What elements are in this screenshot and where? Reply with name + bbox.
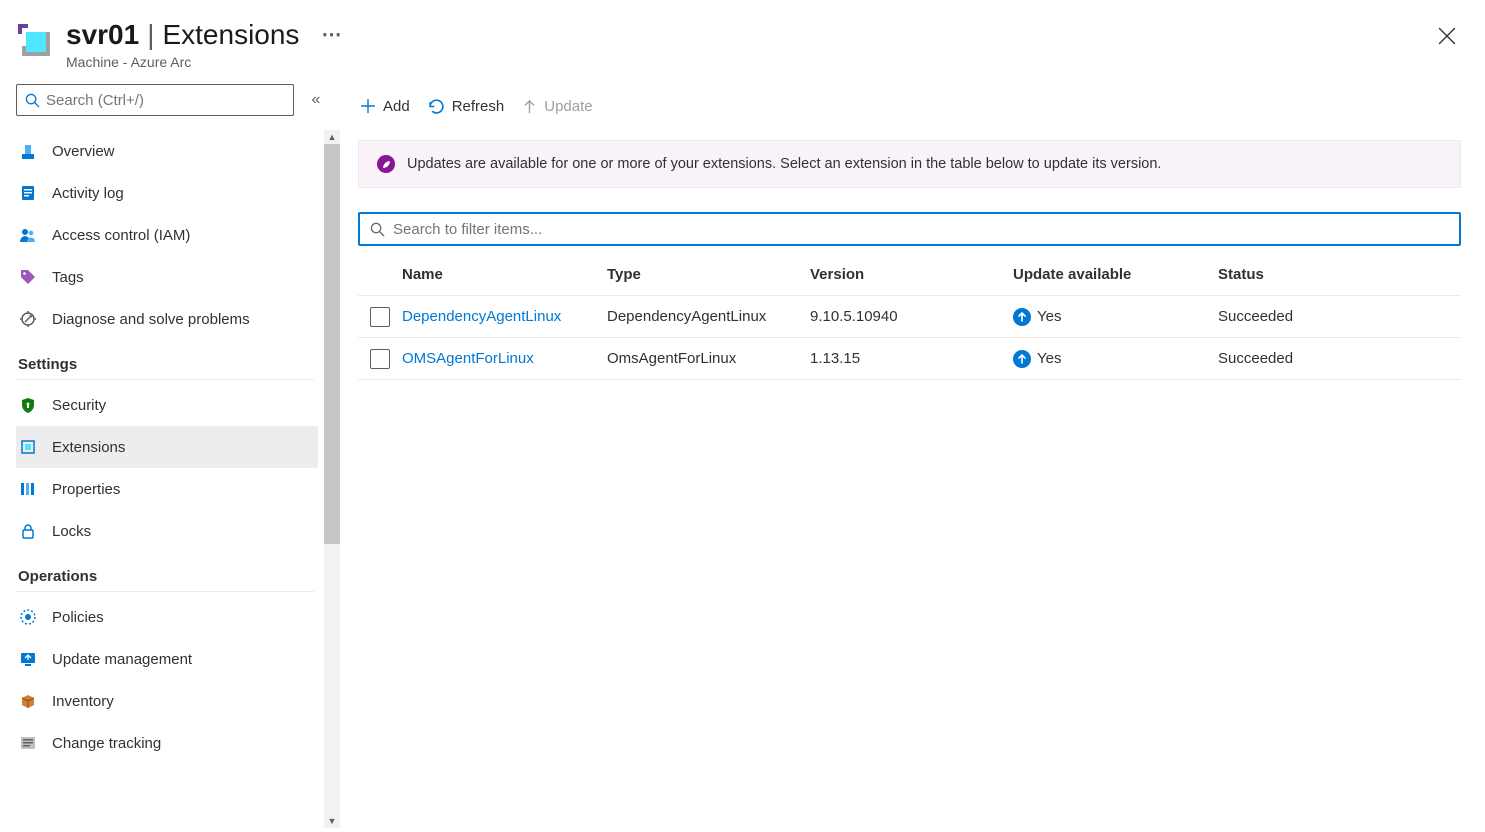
row-checkbox[interactable] bbox=[370, 307, 390, 327]
filter-box[interactable] bbox=[358, 212, 1461, 246]
diagnose-icon bbox=[18, 309, 38, 329]
header-type[interactable]: Type bbox=[607, 266, 810, 283]
extension-version: 1.13.15 bbox=[810, 350, 1013, 367]
info-banner: Updates are available for one or more of… bbox=[358, 140, 1461, 188]
sidebar-scrollbar[interactable]: ▲ ▼ bbox=[324, 130, 340, 828]
toolbar: Add Refresh Update bbox=[358, 86, 1461, 126]
row-checkbox[interactable] bbox=[370, 349, 390, 369]
sidebar-item-overview[interactable]: Overview bbox=[16, 130, 318, 172]
rocket-icon bbox=[377, 155, 395, 173]
add-label: Add bbox=[383, 98, 410, 115]
resource-type: Machine - Azure Arc bbox=[66, 54, 1461, 70]
close-button[interactable] bbox=[1433, 22, 1461, 50]
up-arrow-icon bbox=[522, 99, 537, 114]
inventory-icon bbox=[18, 691, 38, 711]
sidebar-item-activity-log[interactable]: Activity log bbox=[16, 172, 318, 214]
extension-type: OmsAgentForLinux bbox=[607, 350, 810, 367]
header-version[interactable]: Version bbox=[810, 266, 1013, 283]
policies-icon bbox=[18, 607, 38, 627]
page-header: svr01 | Extensions ⋯ Machine - Azure Arc bbox=[0, 0, 1485, 78]
header-update[interactable]: Update available bbox=[1013, 266, 1218, 283]
extension-status: Succeeded bbox=[1218, 308, 1461, 325]
nav-label: Policies bbox=[52, 609, 104, 626]
tags-icon bbox=[18, 267, 38, 287]
filter-input[interactable] bbox=[393, 221, 1449, 238]
refresh-label: Refresh bbox=[452, 98, 505, 115]
nav-label: Extensions bbox=[52, 439, 125, 456]
main-content: Add Refresh Update bbox=[340, 78, 1485, 832]
extension-update: Yes bbox=[1013, 308, 1218, 326]
nav-label: Access control (IAM) bbox=[52, 227, 190, 244]
update-label: Update bbox=[544, 98, 592, 115]
section-operations: Operations bbox=[16, 552, 314, 592]
nav-label: Security bbox=[52, 397, 106, 414]
title-separator: | bbox=[147, 18, 154, 52]
scrollbar-thumb[interactable] bbox=[324, 144, 340, 544]
add-button[interactable]: Add bbox=[358, 94, 412, 119]
extension-update: Yes bbox=[1013, 350, 1218, 368]
nav-label: Inventory bbox=[52, 693, 114, 710]
update-available-icon bbox=[1013, 308, 1031, 326]
update-available-icon bbox=[1013, 350, 1031, 368]
sidebar-item-properties[interactable]: Properties bbox=[16, 468, 318, 510]
nav-label: Change tracking bbox=[52, 735, 161, 752]
extension-type: DependencyAgentLinux bbox=[607, 308, 810, 325]
table-row: DependencyAgentLinuxDependencyAgentLinux… bbox=[358, 296, 1461, 338]
sidebar-item-update-management[interactable]: Update management bbox=[16, 638, 318, 680]
nav-label: Tags bbox=[52, 269, 84, 286]
filter-search-icon bbox=[370, 222, 385, 237]
sidebar-item-locks[interactable]: Locks bbox=[16, 510, 318, 552]
update-icon bbox=[18, 649, 38, 669]
sidebar-search[interactable] bbox=[16, 84, 294, 116]
scroll-down-arrow[interactable]: ▼ bbox=[324, 814, 340, 828]
sidebar-item-diagnose-and-solve-problems[interactable]: Diagnose and solve problems bbox=[16, 298, 318, 340]
more-button[interactable]: ⋯ bbox=[321, 18, 343, 52]
table-row: OMSAgentForLinuxOmsAgentForLinux1.13.15Y… bbox=[358, 338, 1461, 380]
refresh-icon bbox=[428, 98, 445, 115]
update-button: Update bbox=[520, 94, 594, 119]
extensions-icon bbox=[18, 437, 38, 457]
properties-icon bbox=[18, 479, 38, 499]
sidebar-search-input[interactable] bbox=[46, 92, 285, 109]
extension-version: 9.10.5.10940 bbox=[810, 308, 1013, 325]
locks-icon bbox=[18, 521, 38, 541]
header-status[interactable]: Status bbox=[1218, 266, 1461, 283]
table-header: Name Type Version Update available Statu… bbox=[358, 254, 1461, 296]
security-icon bbox=[18, 395, 38, 415]
extension-name-link[interactable]: OMSAgentForLinux bbox=[402, 350, 607, 367]
nav-label: Overview bbox=[52, 143, 115, 160]
change-icon bbox=[18, 733, 38, 753]
resource-icon bbox=[18, 24, 52, 58]
refresh-button[interactable]: Refresh bbox=[426, 94, 507, 119]
section-settings: Settings bbox=[16, 340, 314, 380]
sidebar-item-change-tracking[interactable]: Change tracking bbox=[16, 722, 318, 764]
header-name[interactable]: Name bbox=[402, 266, 607, 283]
nav-label: Update management bbox=[52, 651, 192, 668]
overview-icon bbox=[18, 141, 38, 161]
page-title: Extensions bbox=[162, 18, 299, 52]
nav-label: Diagnose and solve problems bbox=[52, 311, 250, 328]
sidebar-item-access-control-iam-[interactable]: Access control (IAM) bbox=[16, 214, 318, 256]
scroll-up-arrow[interactable]: ▲ bbox=[324, 130, 340, 144]
collapse-sidebar-button[interactable]: « bbox=[304, 91, 328, 109]
resource-name: svr01 bbox=[66, 18, 139, 52]
sidebar-item-security[interactable]: Security bbox=[16, 384, 318, 426]
iam-icon bbox=[18, 225, 38, 245]
sidebar-item-tags[interactable]: Tags bbox=[16, 256, 318, 298]
sidebar-item-extensions[interactable]: Extensions bbox=[16, 426, 318, 468]
extension-status: Succeeded bbox=[1218, 350, 1461, 367]
nav-label: Locks bbox=[52, 523, 91, 540]
activity-icon bbox=[18, 183, 38, 203]
extension-name-link[interactable]: DependencyAgentLinux bbox=[402, 308, 607, 325]
nav-label: Properties bbox=[52, 481, 120, 498]
extensions-table: Name Type Version Update available Statu… bbox=[358, 254, 1461, 380]
sidebar-item-policies[interactable]: Policies bbox=[16, 596, 318, 638]
search-icon bbox=[25, 93, 40, 108]
plus-icon bbox=[360, 98, 376, 114]
banner-text: Updates are available for one or more of… bbox=[407, 156, 1161, 172]
sidebar: « ▲ ▼ Overview Activity log Access control… bbox=[0, 78, 340, 832]
sidebar-item-inventory[interactable]: Inventory bbox=[16, 680, 318, 722]
nav-label: Activity log bbox=[52, 185, 124, 202]
